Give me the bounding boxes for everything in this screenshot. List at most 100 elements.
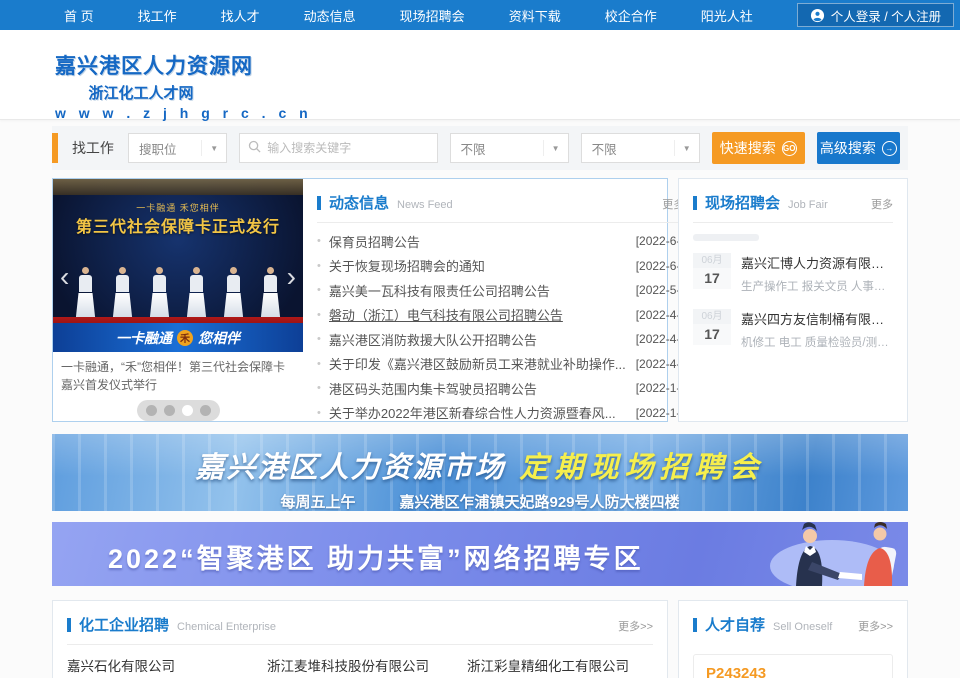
ribbon-badge: 禾 xyxy=(177,330,193,346)
personal-login-button[interactable]: 个人登录 / 个人注册 xyxy=(797,3,954,27)
news-item-title: 嘉兴美一瓦科技有限责任公司招聘公告 xyxy=(329,281,626,300)
banner1-title-yellow: 定期现场招聘会 xyxy=(520,452,765,484)
job-fair-company: 嘉兴四方友信制桶有限公司 xyxy=(741,309,893,328)
bullet-icon: • xyxy=(317,235,321,247)
date-badge: 06月 17 xyxy=(693,309,731,350)
nav-news[interactable]: 动态信息 xyxy=(304,6,356,25)
stage-figure xyxy=(76,267,96,321)
stage-figure xyxy=(150,267,170,321)
nav-sunshine-hr[interactable]: 阳光人社 xyxy=(701,6,753,25)
job-fair-more-link[interactable]: 更多 xyxy=(871,196,893,212)
blue-bar-icon xyxy=(317,196,321,210)
search-icon xyxy=(248,140,267,156)
chemical-company-list: 嘉兴石化有限公司 工艺员 设备管理 警卫（残疾工） 浙江麦堆科技股份有限公司 销… xyxy=(53,645,667,678)
news-section-title: 动态信息 xyxy=(329,192,389,213)
quick-search-label: 快速搜索 xyxy=(720,138,776,158)
date-badge: 06月 17 xyxy=(693,253,731,294)
carousel-dot[interactable] xyxy=(164,405,175,416)
chemical-company-item[interactable]: 嘉兴石化有限公司 工艺员 设备管理 警卫（残疾工） xyxy=(67,655,253,678)
stage-figure xyxy=(224,267,244,321)
talent-more-link[interactable]: 更多>> xyxy=(858,618,893,634)
chemical-company-item[interactable]: 浙江彩皇精细化工有限公司 普工（制造科） 营业担当 xyxy=(467,655,653,678)
stage-figure xyxy=(187,267,207,321)
chemical-section-subtitle: Chemical Enterprise xyxy=(177,621,276,633)
job-fair-header: 现场招聘会 Job Fair 更多 xyxy=(679,179,907,222)
carousel-news-panel: 一卡融通 禾您相伴 第三代社会保障卡正式发行 一卡融通 禾 您相伴 ‹ xyxy=(52,178,668,422)
news-item[interactable]: • 关于举办2022年港区新春综合性人力资源暨春风... [2022-1-21] xyxy=(317,401,697,426)
news-item[interactable]: • 港区码头范围内集卡驾驶员招聘公告 [2022-1-25] xyxy=(317,376,697,401)
bullet-icon: • xyxy=(317,358,321,370)
job-fair-item[interactable]: 06月 17 嘉兴汇博人力资源有限公司 生产操作工 报关文员 人事行政助理... xyxy=(679,253,907,294)
keyword-search-box xyxy=(239,133,437,163)
chemical-enterprise-panel: 化工企业招聘 Chemical Enterprise 更多>> 嘉兴石化有限公司… xyxy=(52,600,668,678)
chemical-more-link[interactable]: 更多>> xyxy=(618,618,653,634)
carousel-caption[interactable]: 一卡融通，“禾”您相伴！第三代社会保障卡嘉兴首发仪式举行 xyxy=(53,352,303,394)
advanced-search-button[interactable]: 高级搜索 → xyxy=(817,132,900,164)
banner1-schedule: 每周五上午 xyxy=(280,494,355,511)
news-item[interactable]: • 保育员招聘公告 [2022-6-13] xyxy=(317,229,697,254)
carousel-next-icon[interactable]: › xyxy=(287,263,296,291)
person-icon xyxy=(810,8,825,23)
job-fair-subtitle: Job Fair xyxy=(788,199,828,211)
carousel-dot-active[interactable] xyxy=(182,405,193,416)
orange-accent-bar xyxy=(52,133,58,163)
job-fair-panel: 现场招聘会 Job Fair 更多 06月 17 嘉兴汇博人力资源有限公司 生产… xyxy=(678,178,908,422)
bullet-icon: • xyxy=(317,407,321,419)
chevron-down-icon: ▼ xyxy=(674,140,691,156)
site-name: 嘉兴港区人力资源网 xyxy=(55,50,227,80)
nav-home[interactable]: 首 页 xyxy=(64,6,94,25)
online-recruitment-banner[interactable]: 2022“智聚港区 助力共富”网络招聘专区 xyxy=(52,522,908,586)
chemical-company-item[interactable]: 浙江麦堆科技股份有限公司 销售专员 会计 土建主管 xyxy=(267,655,453,678)
banner2-illustration xyxy=(752,522,902,586)
news-item-title: 嘉兴港区消防救援大队公开招聘公告 xyxy=(329,330,626,349)
chevron-down-icon: ▼ xyxy=(543,140,560,156)
banner1-title: 嘉兴港区人力资源市场定期现场招聘会 xyxy=(52,444,908,486)
top-navbar: 首 页 找工作 找人才 动态信息 现场招聘会 资料下载 校企合作 阳光人社 个人… xyxy=(0,0,960,30)
nav-downloads[interactable]: 资料下载 xyxy=(509,6,561,25)
news-item[interactable]: • 磐动（浙江）电气科技有限公司招聘公告 [2022-4-29] xyxy=(317,303,697,328)
carousel-slide[interactable]: 一卡融通 禾您相伴 第三代社会保障卡正式发行 一卡融通 禾 您相伴 ‹ xyxy=(53,179,303,352)
slide-ceiling-decor xyxy=(53,179,303,195)
site-subname: 浙江化工人才网 xyxy=(55,82,227,103)
industry-filter-select[interactable]: 不限 ▼ xyxy=(581,133,700,163)
talent-card[interactable]: P243243 男 ｜ 嘉兴市->嘉兴港区 ｜ 八年以上 xyxy=(693,654,893,678)
bullet-icon: • xyxy=(317,382,321,394)
region-filter-value: 不限 xyxy=(461,139,486,158)
site-logo[interactable]: 嘉兴港区人力资源网 浙江化工人才网 w w w . z j h g r c . … xyxy=(55,30,227,121)
market-job-fair-banner[interactable]: 嘉兴港区人力资源市场定期现场招聘会 每周五上午嘉兴港区乍浦镇天妃路929号人防大… xyxy=(52,434,908,511)
position-type-select[interactable]: 搜职位 ▼ xyxy=(128,133,227,163)
nav-find-job[interactable]: 找工作 xyxy=(138,6,177,25)
news-list: • 保育员招聘公告 [2022-6-13] • 关于恢复现场招聘会的通知 [20… xyxy=(303,223,711,425)
news-section-subtitle: News Feed xyxy=(397,199,453,211)
carousel-prev-icon[interactable]: ‹ xyxy=(60,263,69,291)
news-item[interactable]: • 嘉兴港区消防救援大队公开招聘公告 [2022-4-25] xyxy=(317,327,697,352)
job-fair-item[interactable]: 06月 17 嘉兴四方友信制桶有限公司 机修工 电工 质量检验员/测试员 叉车.… xyxy=(679,309,907,350)
news-item[interactable]: • 嘉兴美一瓦科技有限责任公司招聘公告 [2022-5-23] xyxy=(317,278,697,303)
job-fair-info: 嘉兴四方友信制桶有限公司 机修工 电工 质量检验员/测试员 叉车... xyxy=(741,309,893,350)
carousel-dot[interactable] xyxy=(146,405,157,416)
carousel-dot[interactable] xyxy=(200,405,211,416)
bullet-icon: • xyxy=(317,260,321,272)
nav-job-fair[interactable]: 现场招聘会 xyxy=(400,6,465,25)
slide-title: 第三代社会保障卡正式发行 xyxy=(53,213,303,237)
news-item[interactable]: • 关于印发《嘉兴港区鼓励新员工来港就业补助操作... [2022-4-19] xyxy=(317,352,697,377)
ribbon-text-left: 一卡融通 xyxy=(116,328,172,348)
date-badge-day: 17 xyxy=(693,268,731,289)
advanced-search-label: 高级搜索 xyxy=(820,138,876,158)
bottom-content-row: 化工企业招聘 Chemical Enterprise 更多>> 嘉兴石化有限公司… xyxy=(52,600,908,678)
keyword-input[interactable] xyxy=(267,141,428,155)
nav-find-talent[interactable]: 找人才 xyxy=(221,6,260,25)
industry-filter-value: 不限 xyxy=(592,139,617,158)
quick-search-button[interactable]: 快速搜索 GO xyxy=(712,132,805,164)
news-item[interactable]: • 关于恢复现场招聘会的通知 [2022-6-13] xyxy=(317,254,697,279)
stage-figure xyxy=(113,267,133,321)
chevron-down-icon: ▼ xyxy=(201,140,218,156)
job-fair-jobs: 机修工 电工 质量检验员/测试员 叉车... xyxy=(741,334,893,350)
nav-school-cooperation[interactable]: 校企合作 xyxy=(605,6,657,25)
date-badge-day: 17 xyxy=(693,324,731,345)
region-filter-select[interactable]: 不限 ▼ xyxy=(450,133,569,163)
arrow-right-icon: → xyxy=(882,141,897,156)
banner2-title: 2022“智聚港区 助力共富”网络招聘专区 xyxy=(108,537,644,576)
main-content-row: 一卡融通 禾您相伴 第三代社会保障卡正式发行 一卡融通 禾 您相伴 ‹ xyxy=(52,178,908,422)
search-mode-label: 找工作 xyxy=(72,138,114,158)
